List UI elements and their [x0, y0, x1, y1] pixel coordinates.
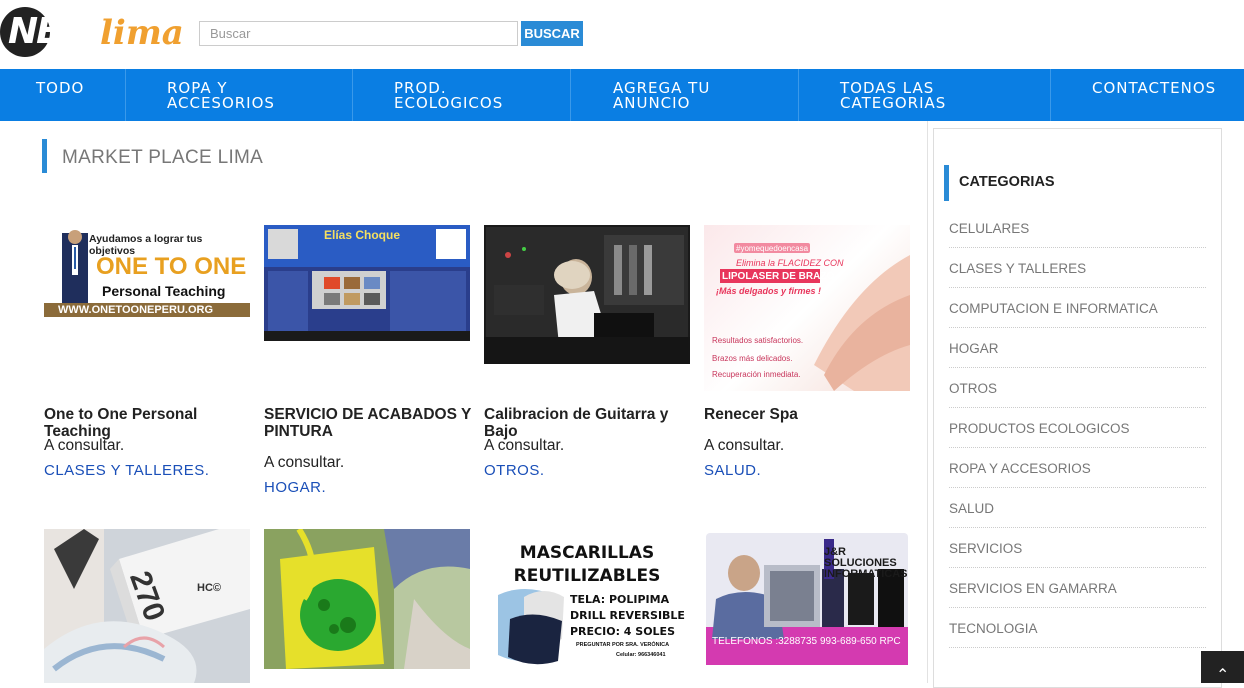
sidebar-item-celulares[interactable]: CELULARES	[949, 208, 1206, 248]
product-card[interactable]: Ayudamos a lograr tus objetivos ONE TO O…	[44, 225, 250, 495]
site-header: NET lima BUSCAR	[0, 0, 1244, 69]
image-line2: DRILL REVERSIBLE	[570, 609, 685, 622]
image-line1: TELA: POLIPIMA	[570, 593, 670, 606]
image-bullet3: Recuperación inmediata.	[712, 370, 801, 379]
image-phone2: 993-689-650 RPC	[820, 636, 901, 647]
product-price: A consultar.	[264, 454, 345, 471]
sidebar-item-hogar[interactable]: HOGAR	[949, 328, 1206, 368]
product-name[interactable]: SERVICIO DE ACABADOS Y PINTURA	[264, 406, 474, 440]
sidebar-title: CATEGORIAS	[959, 174, 1055, 190]
product-category-link[interactable]: SALUD.	[704, 462, 761, 479]
sidebar-item-computacion[interactable]: COMPUTACION E INFORMATICA	[949, 288, 1206, 328]
product-category-link[interactable]: CLASES Y TALLERES.	[44, 462, 209, 479]
nav-agrega-tu-anuncio[interactable]: AGREGA TU ANUNCIO	[571, 69, 799, 121]
nav-prod-ecologicos[interactable]: PROD. ECOLOGICOS	[353, 69, 571, 121]
product-category-link[interactable]: HOGAR.	[264, 479, 326, 496]
image-title1: MASCARILLAS	[519, 543, 655, 563]
sidebar-item-salud[interactable]: SALUD	[949, 488, 1206, 528]
product-card[interactable]: #yomequedoencasa Elimina la FLACIDEZ CON…	[704, 225, 910, 495]
product-card[interactable]: 270 HC©	[44, 529, 250, 683]
image-title: Elías Choque	[324, 228, 401, 242]
image-brand-text: J&R SOLUCIONES INFORMATICAS	[824, 546, 908, 580]
product-name[interactable]: One to One Personal Teaching	[44, 406, 254, 440]
product-price: A consultar.	[484, 437, 565, 454]
image-line2: LIPOLASER DE BRAZO	[722, 271, 835, 282]
nav-contactenos[interactable]: CONTACTENOS	[1051, 69, 1244, 121]
image-url-text: WWW.ONETOONEPERU.ORG	[58, 304, 214, 316]
product-image[interactable]: MASCARILLAS REUTILIZABLES TELA: POLIPIMA…	[484, 529, 690, 669]
image-bullet1: Resultados satisfactorios.	[712, 336, 804, 345]
product-price: A consultar.	[704, 437, 785, 454]
scroll-to-top-button[interactable]: ⌃	[1201, 651, 1244, 684]
product-card[interactable]	[264, 529, 470, 683]
title-accent-bar	[42, 139, 47, 173]
product-image[interactable]: Elías Choque	[264, 225, 470, 341]
image-line3: PRECIO: 4 SOLES	[570, 625, 675, 638]
product-image[interactable]	[484, 225, 690, 364]
sidebar-title-accent	[944, 165, 949, 201]
nav-todo[interactable]: TODO	[0, 69, 126, 121]
logo-lima-text: lima	[100, 13, 184, 53]
image-logo-text: HC©	[197, 582, 221, 594]
product-card[interactable]: J&R SOLUCIONES INFORMATICAS TELEFONOS :3…	[704, 529, 910, 683]
product-image[interactable]: J&R SOLUCIONES INFORMATICAS TELEFONOS :3…	[704, 529, 910, 669]
search-button[interactable]: BUSCAR	[521, 21, 583, 46]
nav-ropa-y-accesorios[interactable]: ROPA Y ACCESORIOS	[126, 69, 353, 121]
product-card[interactable]: Elías Choque SERVICIO DE ACABADOS Y PINT…	[264, 225, 471, 496]
sidebar-item-clases-y-talleres[interactable]: CLASES Y TALLERES	[949, 248, 1206, 288]
image-line3: ¡Más delgados y firmes !	[716, 286, 822, 296]
categories-sidebar: CATEGORIAS CELULARES CLASES Y TALLERES C…	[933, 128, 1222, 688]
product-card[interactable]: MASCARILLAS REUTILIZABLES TELA: POLIPIMA…	[484, 529, 690, 683]
image-line4: PREGUNTAR POR SRA. VERÓNICA	[576, 642, 670, 648]
product-card[interactable]: Calibracion de Guitarra y Bajo A consult…	[484, 225, 690, 495]
product-image[interactable]: #yomequedoencasa Elimina la FLACIDEZ CON…	[704, 225, 910, 391]
sidebar-item-servicios-en-gamarra[interactable]: SERVICIOS EN GAMARRA	[949, 568, 1206, 608]
sidebar-item-productos-ecologicos[interactable]: PRODUCTOS ECOLOGICOS	[949, 408, 1206, 448]
image-line1: Elimina la FLACIDEZ CON	[736, 258, 844, 268]
nav-todas-las-categorias[interactable]: TODAS LAS CATEGORIAS	[799, 69, 1051, 121]
sidebar-item-ropa-y-accesorios[interactable]: ROPA Y ACCESORIOS	[949, 448, 1206, 488]
product-image[interactable]	[264, 529, 470, 669]
image-title: ONE TO ONE	[96, 253, 247, 280]
product-name[interactable]: Calibracion de Guitarra y Bajo	[484, 406, 694, 440]
chevron-up-icon: ⌃	[1216, 667, 1230, 684]
search-input[interactable]	[199, 21, 518, 46]
page-title: MARKET PLACE LIMA	[62, 147, 264, 168]
site-logo[interactable]: NET lima	[0, 5, 192, 59]
logo-net-text: NET	[8, 11, 83, 52]
sidebar-divider	[927, 121, 928, 683]
main-nav: TODO ROPA Y ACCESORIOS PROD. ECOLOGICOS …	[0, 69, 1244, 121]
image-subtitle: Personal Teaching	[102, 283, 226, 299]
image-title2: REUTILIZABLES	[513, 566, 661, 586]
product-category-link[interactable]: OTROS.	[484, 462, 545, 479]
image-line5: Celular: 966346041	[616, 652, 666, 658]
product-image[interactable]: Ayudamos a lograr tus objetivos ONE TO O…	[44, 225, 250, 317]
image-bullet2: Brazos más delicados.	[712, 354, 793, 363]
sidebar-item-servicios[interactable]: SERVICIOS	[949, 528, 1206, 568]
sidebar-item-tecnologia[interactable]: TECNOLOGIA	[949, 608, 1206, 648]
image-hashtag: #yomequedoencasa	[736, 244, 809, 253]
product-name[interactable]: Renecer Spa	[704, 406, 914, 423]
sidebar-item-otros[interactable]: OTROS	[949, 368, 1206, 408]
product-image[interactable]: 270 HC©	[44, 529, 250, 683]
image-phone1: TELEFONOS :3288735	[712, 636, 818, 647]
product-price: A consultar.	[44, 437, 125, 454]
